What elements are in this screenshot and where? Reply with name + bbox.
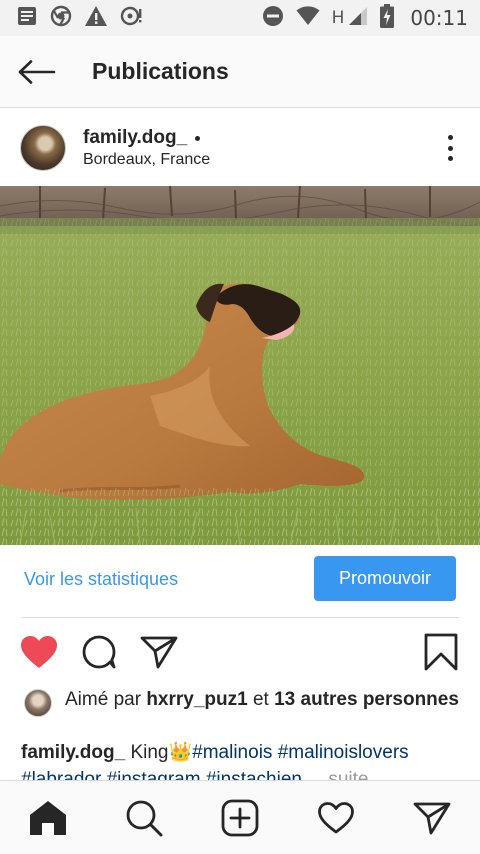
post-author-avatar[interactable] — [20, 125, 66, 171]
hashtag-link[interactable]: #malinois — [192, 742, 272, 763]
back-button[interactable] — [2, 36, 72, 108]
post-username[interactable]: family.dog_ — [83, 127, 187, 149]
bookmark-icon — [424, 633, 458, 671]
nav-new-post[interactable] — [216, 794, 264, 842]
nav-search[interactable] — [120, 794, 168, 842]
view-insights-link[interactable]: Voir les statistiques — [24, 569, 178, 590]
status-bar: H 00:11 — [0, 0, 480, 36]
separator-dot — [195, 135, 201, 141]
dog-lying-in-grass-photo — [0, 186, 480, 545]
comment-icon — [82, 635, 116, 669]
divider — [22, 617, 459, 618]
hashtag-link[interactable]: #malinoislovers — [278, 742, 409, 763]
likes-joiner: et — [252, 689, 269, 710]
likes-summary[interactable]: Aimé par hxrry_puz1 et 13 autres personn… — [65, 687, 465, 712]
nav-activity[interactable] — [312, 794, 360, 842]
nav-home[interactable] — [24, 794, 72, 842]
send-icon — [413, 802, 451, 835]
instagram-post-screen: H 00:11 Publications family.dog_ Bordeau… — [0, 0, 480, 854]
battery-charging-icon — [380, 3, 395, 33]
top-header: Publications — [0, 36, 480, 108]
nav-direct[interactable] — [408, 794, 456, 842]
post-location[interactable]: Bordeaux, France — [83, 151, 210, 169]
more-options-button[interactable] — [444, 132, 456, 164]
caption-text: King — [130, 742, 169, 763]
liker-avatar[interactable] — [24, 689, 52, 717]
insights-row: Voir les statistiques Promouvoir — [0, 545, 480, 617]
likes-prefix: Aimé par — [65, 689, 142, 710]
post-caption: family.dog_ King👑#malinois #malinoislove… — [21, 739, 461, 781]
caption-username[interactable]: family.dog_ — [21, 742, 125, 763]
more-dot-icon — [447, 156, 453, 161]
heart-filled-icon — [21, 636, 57, 668]
page-title: Publications — [92, 58, 229, 84]
message-notification-icon — [16, 5, 38, 32]
promote-button[interactable]: Promouvoir — [314, 556, 456, 601]
network-type-label: H — [331, 8, 345, 28]
username-row: family.dog_ — [83, 127, 210, 149]
chrome-icon — [50, 5, 72, 32]
like-button[interactable] — [17, 630, 61, 674]
more-dot-icon — [447, 145, 453, 151]
comment-button[interactable] — [77, 630, 121, 674]
cell-signal-icon — [348, 6, 368, 31]
send-icon — [140, 636, 178, 669]
usb-debug-icon — [120, 5, 144, 32]
status-right-icons: H 00:11 — [262, 3, 468, 33]
status-left-icons — [16, 5, 144, 32]
add-post-icon — [221, 799, 259, 837]
search-icon — [126, 800, 163, 837]
liker-username[interactable]: hxrry_puz1 — [146, 689, 247, 710]
back-arrow-icon — [18, 59, 56, 84]
home-icon — [30, 801, 66, 835]
bottom-navigation — [0, 780, 480, 854]
do-not-disturb-icon — [262, 5, 284, 32]
crown-emoji-icon: 👑 — [168, 742, 193, 763]
post-action-bar — [0, 630, 480, 676]
wifi-icon — [296, 5, 320, 31]
save-button[interactable] — [419, 630, 463, 674]
post-header: family.dog_ Bordeaux, France — [0, 110, 480, 186]
likes-others-count[interactable]: 13 autres personnes — [274, 689, 459, 710]
warning-icon — [84, 5, 108, 32]
more-dot-icon — [447, 135, 453, 140]
status-time: 00:11 — [410, 6, 468, 30]
post-meta: family.dog_ Bordeaux, France — [83, 127, 210, 169]
heart-outline-icon — [318, 802, 354, 834]
post-photo[interactable] — [0, 186, 480, 545]
share-button[interactable] — [137, 630, 181, 674]
